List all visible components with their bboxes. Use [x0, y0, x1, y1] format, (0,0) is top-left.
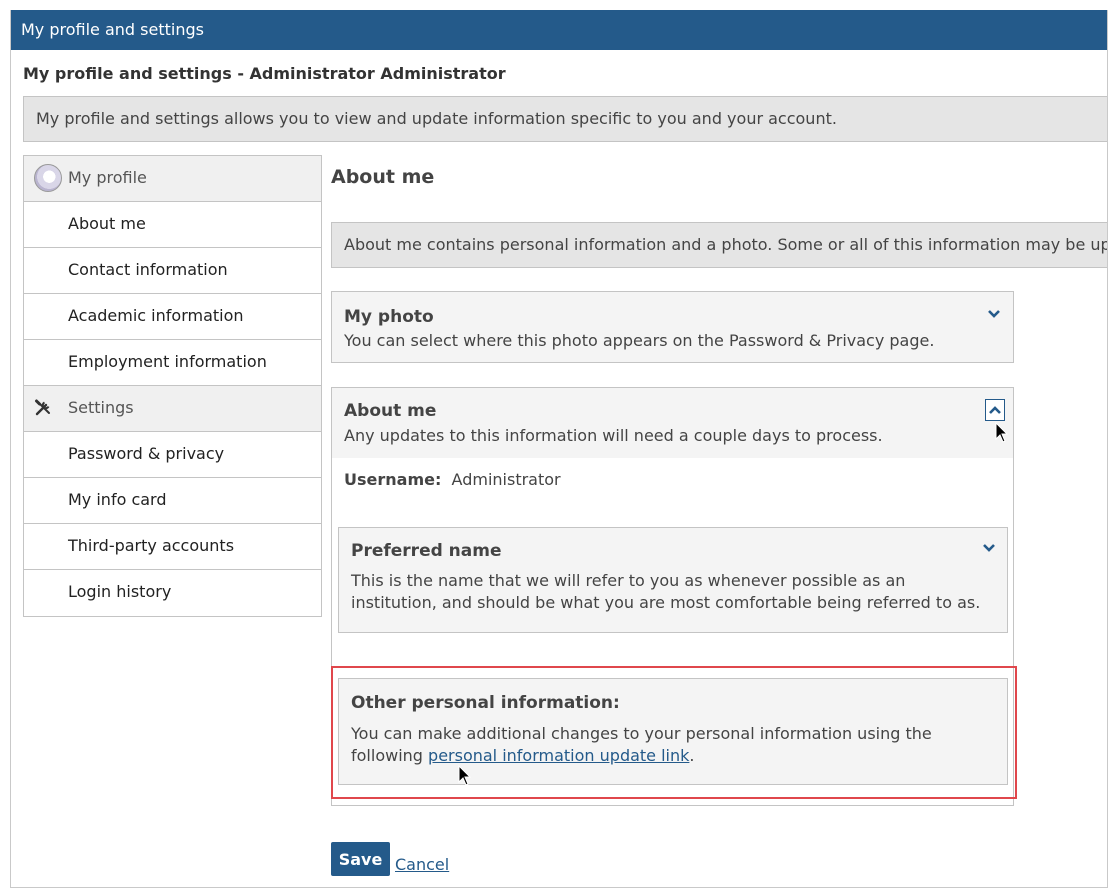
- sidebar-header-label: My profile: [68, 168, 147, 187]
- sidebar-item-my-info-card[interactable]: My info card: [24, 478, 321, 524]
- section-title: About me: [331, 166, 435, 188]
- panel-title: About me: [344, 401, 437, 421]
- username-value: Administrator: [451, 470, 561, 489]
- chevron-down-icon[interactable]: [984, 304, 1004, 324]
- sidebar-item-contact-information[interactable]: Contact information: [24, 248, 321, 294]
- section-description: About me contains personal information a…: [331, 222, 1107, 268]
- sidebar-item-login-history[interactable]: Login history: [24, 570, 321, 616]
- chevron-down-icon[interactable]: [979, 538, 999, 558]
- sidebar-item-label: About me: [68, 214, 146, 233]
- sidebar-item-about-me[interactable]: About me: [24, 202, 321, 248]
- panel-subtitle: You can select where this photo appears …: [344, 331, 935, 350]
- sidebar-item-password-privacy[interactable]: Password & privacy: [24, 432, 321, 478]
- sidebar-header-label: Settings: [68, 398, 134, 417]
- sidebar-item-third-party-accounts[interactable]: Third-party accounts: [24, 524, 321, 570]
- sidebar-header-settings[interactable]: Settings: [24, 386, 321, 432]
- chevron-up-icon[interactable]: [985, 399, 1005, 421]
- panel-subtitle: This is the name that we will refer to y…: [351, 571, 981, 612]
- mouse-cursor-icon: [995, 422, 1009, 443]
- panel-title: My photo: [344, 307, 434, 327]
- sidebar-item-label: Login history: [68, 582, 172, 601]
- sidebar-item-employment-information[interactable]: Employment information: [24, 340, 321, 386]
- my-photo-panel[interactable]: My photo You can select where this photo…: [331, 291, 1014, 363]
- sidebar-item-label: Academic information: [68, 306, 244, 325]
- intro-banner: My profile and settings allows you to vi…: [23, 96, 1107, 142]
- page-heading: My profile and settings - Administrator …: [23, 64, 506, 83]
- highlight-box: [331, 666, 1017, 799]
- about-me-panel[interactable]: About me Any updates to this information…: [331, 387, 1014, 459]
- window-title-bar: My profile and settings: [11, 10, 1107, 50]
- sidebar-nav: My profile About me Contact information …: [23, 155, 322, 617]
- profile-window: My profile and settings My profile and s…: [10, 10, 1108, 888]
- avatar: [34, 156, 62, 200]
- sidebar-item-label: Employment information: [68, 352, 267, 371]
- preferred-name-panel[interactable]: Preferred name This is the name that we …: [338, 527, 1008, 633]
- sidebar-header-my-profile[interactable]: My profile: [24, 156, 321, 202]
- panel-title: Preferred name: [351, 541, 502, 561]
- sidebar-item-label: Third-party accounts: [68, 536, 235, 555]
- tools-icon: [34, 386, 52, 430]
- panel-subtitle: Any updates to this information will nee…: [344, 426, 883, 445]
- mouse-cursor-icon: [458, 765, 472, 786]
- sidebar-item-label: My info card: [68, 490, 167, 509]
- username-label: Username:: [344, 470, 442, 489]
- sidebar-item-label: Password & privacy: [68, 444, 225, 463]
- username-row: Username: Administrator: [344, 470, 561, 489]
- sidebar-item-academic-information[interactable]: Academic information: [24, 294, 321, 340]
- save-button[interactable]: Save: [331, 842, 390, 876]
- sidebar-item-label: Contact information: [68, 260, 228, 279]
- cancel-link[interactable]: Cancel: [395, 855, 449, 874]
